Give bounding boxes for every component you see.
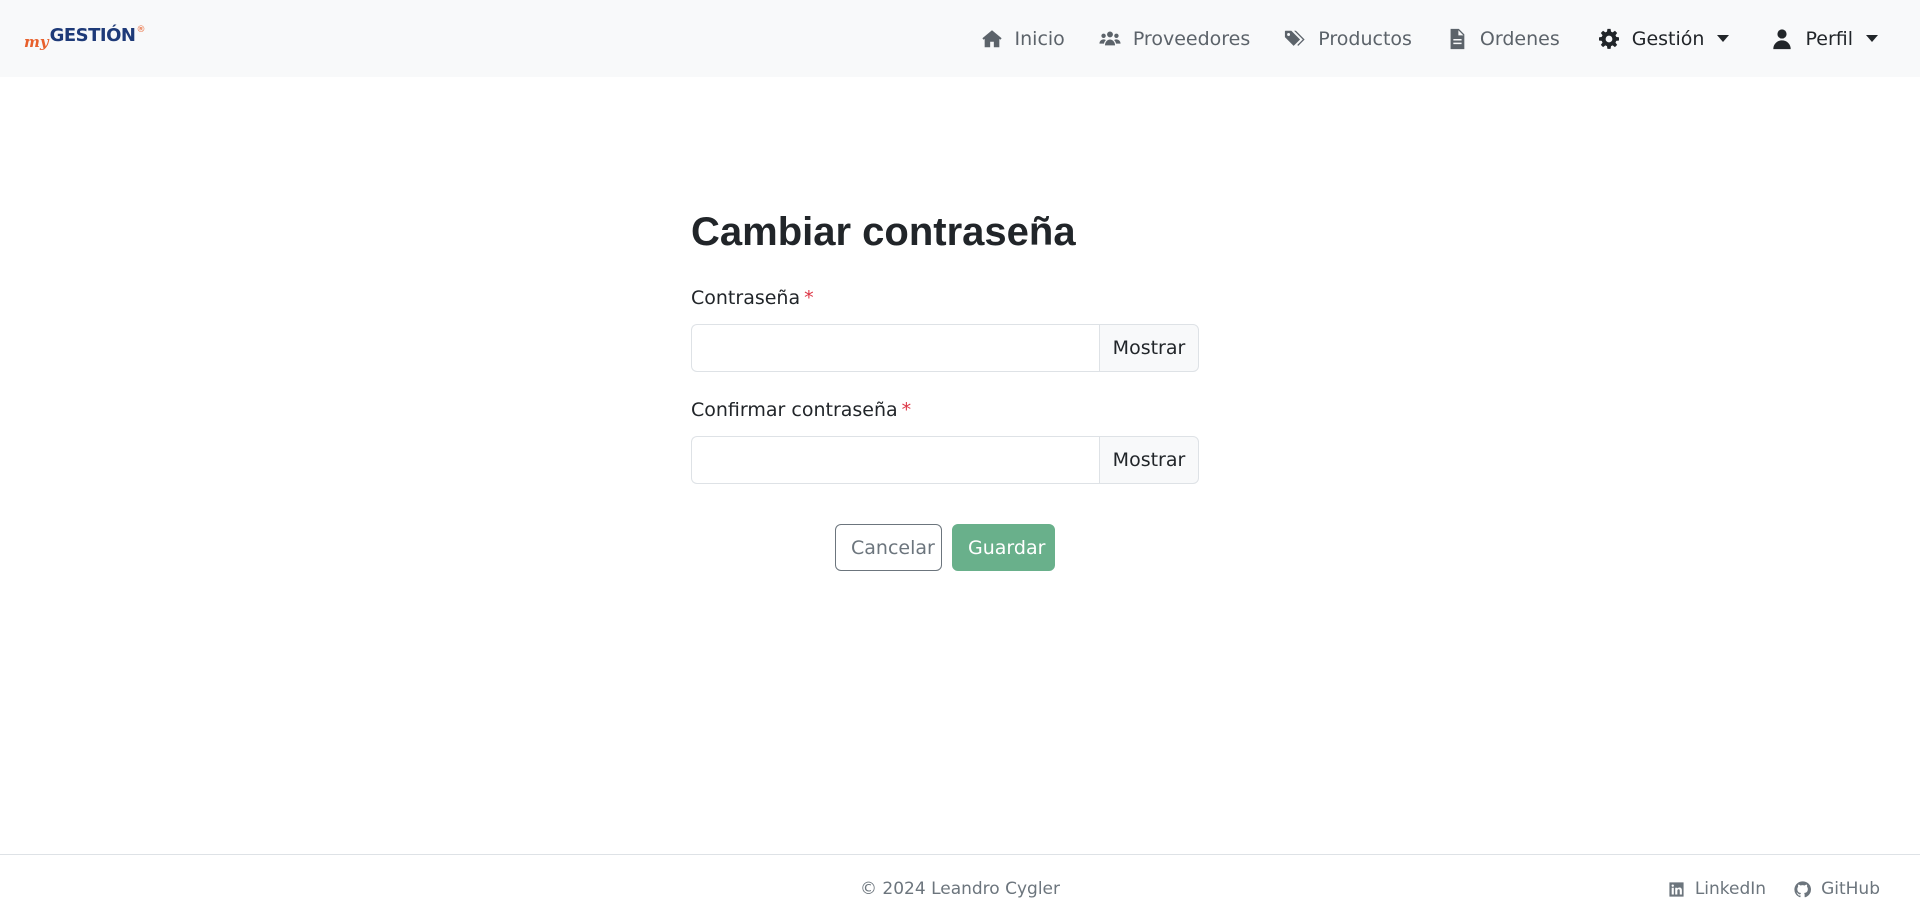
linkedin-icon [1669,881,1684,897]
file-icon [1450,28,1465,49]
nav-item-label: Productos [1318,27,1412,50]
navbar: my GESTIÓN ® Inicio Proveedores Producto… [0,0,1920,77]
save-button[interactable]: Guardar [952,524,1055,571]
github-icon [1794,880,1812,897]
password-input-group: Mostrar [691,324,1199,372]
confirm-password-input-group: Mostrar [691,436,1199,484]
required-mark: * [804,287,814,309]
user-icon [1773,28,1792,49]
copyright-text: © 2024 Leandro Cygler [860,879,1060,899]
footer-links: LinkedIn GitHub [1668,879,1880,899]
nav-item-label: Ordenes [1479,27,1560,50]
caret-down-icon [1717,35,1730,42]
brand-logo[interactable]: my GESTIÓN ® [24,25,145,51]
form-actions: Cancelar Guardar [691,524,1199,571]
linkedin-link[interactable]: LinkedIn [1668,879,1766,899]
nav-item-label: Gestión [1631,27,1705,50]
required-mark: * [901,399,912,421]
github-link[interactable]: GitHub [1794,879,1880,899]
brand-prefix: my [24,33,49,51]
nav-item-gestion-dropdown[interactable]: Gestión [1598,28,1730,50]
page-title: Cambiar contraseña [691,210,1076,254]
nav-item-label: Perfil [1805,27,1853,50]
nav-item-inicio[interactable]: Inicio [981,28,1065,50]
footer: © 2024 Leandro Cygler LinkedIn GitHub [0,854,1920,922]
confirm-password-label: Confirmar contraseña * [691,398,1199,422]
github-label: GitHub [1821,879,1880,899]
password-label-text: Contraseña [691,287,801,309]
confirm-password-label-text: Confirmar contraseña [691,399,898,421]
nav-menu: Inicio Proveedores Productos Ordenes Ges… [981,0,1920,77]
cancel-button[interactable]: Cancelar [835,524,942,571]
gear-icon [1598,28,1619,49]
nav-item-perfil-dropdown[interactable]: Perfil [1771,28,1878,50]
nav-item-productos[interactable]: Productos [1284,28,1412,50]
nav-item-label: Proveedores [1132,27,1251,50]
show-confirm-password-button[interactable]: Mostrar [1099,436,1199,484]
brand-registered-mark: ® [136,25,146,35]
confirm-password-input[interactable] [691,436,1099,484]
tags-icon [1285,30,1305,46]
nav-item-label: Inicio [1014,27,1065,50]
change-password-form: Cambiar contraseña Contraseña * Mostrar C… [691,200,1199,571]
password-input[interactable] [691,324,1099,372]
nav-item-ordenes[interactable]: Ordenes [1446,28,1560,50]
home-icon [981,29,1002,47]
brand-name: GESTIÓN [49,25,136,46]
show-password-button[interactable]: Mostrar [1099,324,1199,372]
users-icon [1099,30,1121,45]
caret-down-icon [1866,35,1878,42]
password-label: Contraseña * [691,286,1199,310]
nav-item-proveedores[interactable]: Proveedores [1099,28,1250,50]
linkedin-label: LinkedIn [1694,879,1767,899]
